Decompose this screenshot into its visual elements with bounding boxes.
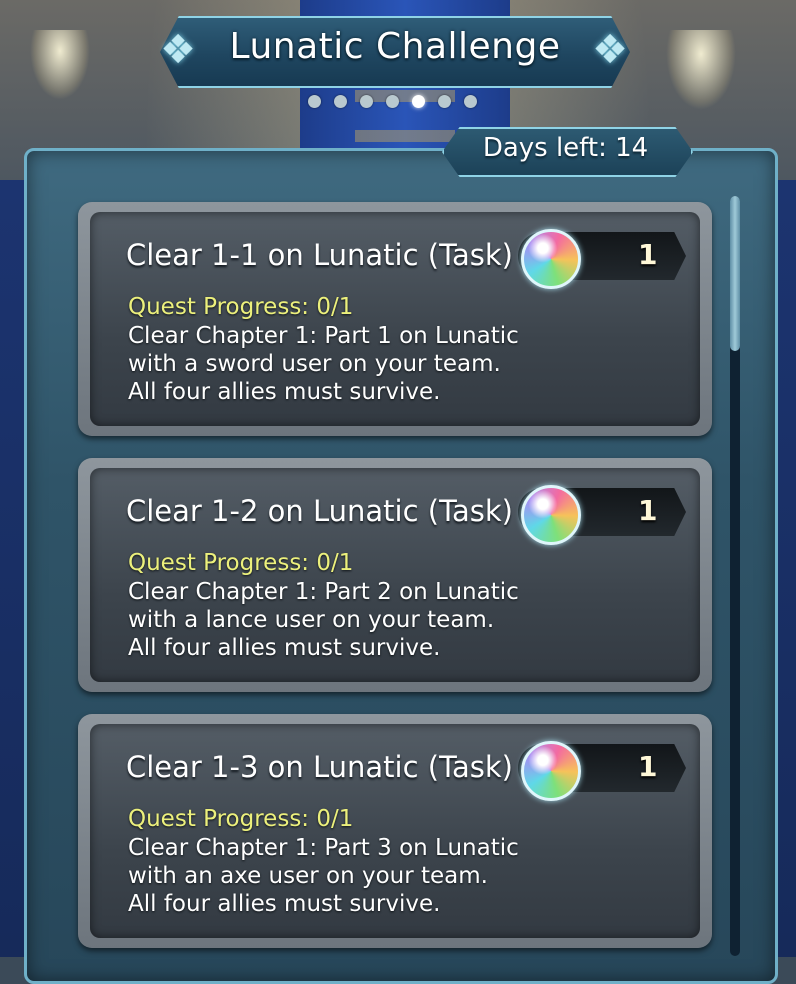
- quest-description: Clear Chapter 1: Part 2 on Lunatic with …: [128, 578, 519, 662]
- page-dot[interactable]: [360, 95, 373, 108]
- quest-progress: Quest Progress: 0/1: [128, 294, 354, 320]
- page-dot[interactable]: [334, 95, 347, 108]
- page-dot[interactable]: [464, 95, 477, 108]
- quest-card[interactable]: Clear 1-1 on Lunatic (Task) 1 Quest Prog…: [78, 202, 712, 436]
- quest-description-line: Clear Chapter 1: Part 3 on Lunatic: [128, 835, 519, 861]
- orb-icon: [521, 485, 581, 545]
- page-title: Lunatic Challenge: [229, 26, 561, 67]
- page-dot[interactable]: [386, 95, 399, 108]
- quest-description-line: All four allies must survive.: [128, 891, 441, 917]
- quest-title: Clear 1-3 on Lunatic (Task): [126, 750, 513, 784]
- days-left-label: Days left: 14: [482, 133, 649, 163]
- reward-count: 1: [638, 494, 658, 527]
- quest-progress: Quest Progress: 0/1: [128, 550, 354, 576]
- quest-description-line: Clear Chapter 1: Part 2 on Lunatic: [128, 579, 519, 605]
- reward-count: 1: [638, 238, 658, 271]
- orb-icon: [521, 229, 581, 289]
- page-indicator[interactable]: [308, 95, 477, 109]
- quest-progress: Quest Progress: 0/1: [128, 806, 354, 832]
- quest-description-line: All four allies must survive.: [128, 379, 441, 405]
- quest-description: Clear Chapter 1: Part 1 on Lunatic with …: [128, 322, 519, 406]
- scrollbar-thumb[interactable]: [730, 196, 740, 351]
- orb-icon: [521, 741, 581, 801]
- quest-description-line: with an axe user on your team.: [128, 863, 488, 889]
- quest-description-line: with a sword user on your team.: [128, 351, 501, 377]
- quest-description-line: All four allies must survive.: [128, 635, 441, 661]
- page-dot[interactable]: [308, 95, 321, 108]
- reward-count: 1: [638, 750, 658, 783]
- quest-description-line: with a lance user on your team.: [128, 607, 495, 633]
- candle-light-left: [30, 30, 90, 100]
- quest-card[interactable]: Clear 1-2 on Lunatic (Task) 1 Quest Prog…: [78, 458, 712, 692]
- page-dot[interactable]: [438, 95, 451, 108]
- quest-description: Clear Chapter 1: Part 3 on Lunatic with …: [128, 834, 519, 918]
- quest-title: Clear 1-1 on Lunatic (Task): [126, 238, 513, 272]
- quest-description-line: Clear Chapter 1: Part 1 on Lunatic: [128, 323, 519, 349]
- scrollbar[interactable]: [730, 196, 740, 956]
- quest-card[interactable]: Clear 1-3 on Lunatic (Task) 1 Quest Prog…: [78, 714, 712, 948]
- quest-title: Clear 1-2 on Lunatic (Task): [126, 494, 513, 528]
- page-dot-active[interactable]: [412, 95, 425, 108]
- candle-light-right: [666, 30, 736, 110]
